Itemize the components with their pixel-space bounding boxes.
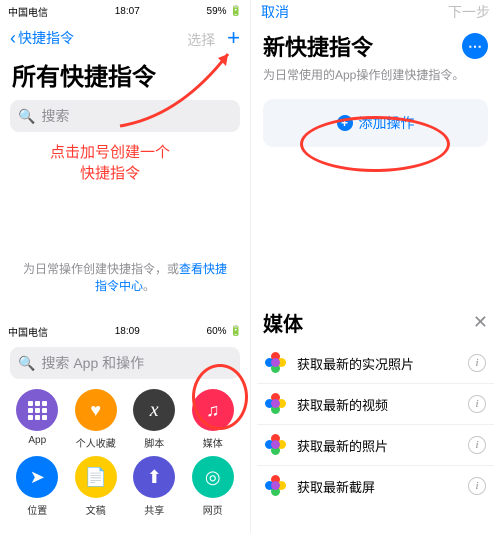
music-icon: ♫ [206,400,220,421]
status-bar: 中国电信 18:07 59% 🔋 [0,0,250,23]
back-button[interactable]: ‹ 快捷指令 [10,28,74,48]
category-sharing[interactable]: ⬆ 共享 [125,456,184,517]
info-icon[interactable]: i [468,395,486,413]
document-icon: 📄 [85,467,107,488]
info-icon[interactable]: i [468,436,486,454]
page-title: 所有快捷指令 [0,53,250,100]
info-icon[interactable]: i [468,477,486,495]
battery-icon: 🔋 [230,326,242,337]
section-header: 媒体 ✕ [251,300,500,343]
page-title: 新快捷指令 ⋯ [251,24,500,66]
status-time: 18:07 [115,6,140,17]
close-button[interactable]: ✕ [473,312,488,333]
script-x-icon: x [150,399,159,422]
search-icon: 🔍 [18,108,35,125]
nav-bar: 取消 下一步 [251,0,500,24]
add-action-card: + 添加操作 [263,99,488,147]
location-icon: ➤ [30,467,45,488]
list-item[interactable]: 获取最新截屏 i [257,466,494,506]
category-scripting[interactable]: x 脚本 [125,389,184,450]
back-label: 快捷指令 [18,28,74,48]
add-shortcut-button[interactable]: + [227,25,240,50]
panel-media-actions: 媒体 ✕ 获取最新的实况照片 i 获取最新的视频 i 获取最新的照片 i 获取最… [250,300,500,533]
category-app[interactable]: App [8,389,67,450]
search-placeholder: 搜索 [41,106,69,126]
heart-icon: ♥ [90,400,101,421]
search-input[interactable]: 🔍 搜索 [10,100,240,132]
plus-circle-icon: + [337,115,353,131]
share-icon: ⬆ [147,467,162,488]
battery-icon: 🔋 [230,6,242,17]
cancel-button[interactable]: 取消 [261,2,289,22]
select-button[interactable]: 选择 [187,32,215,48]
status-bar: 中国电信 18:09 60% 🔋 [0,320,250,343]
add-action-label: 添加操作 [359,113,415,133]
category-favorites[interactable]: ♥ 个人收藏 [67,389,126,450]
photos-icon [265,352,287,374]
more-button[interactable]: ⋯ [462,33,488,59]
status-carrier: 中国电信 [8,4,48,19]
status-battery: 60% [207,326,227,337]
category-media[interactable]: ♫ 媒体 [184,389,243,450]
status-carrier: 中国电信 [8,324,48,339]
panel-action-picker: 中国电信 18:09 60% 🔋 🔍 搜索 App 和操作 App ♥ 个人收藏… [0,320,250,533]
category-location[interactable]: ➤ 位置 [8,456,67,517]
annotation-text: 点击加号创建一个快捷指令 [50,142,170,184]
list-item[interactable]: 获取最新的视频 i [257,384,494,425]
status-time: 18:09 [115,326,140,337]
action-list: 获取最新的实况照片 i 获取最新的视频 i 获取最新的照片 i 获取最新截屏 i [251,343,500,506]
category-grid: App ♥ 个人收藏 x 脚本 ♫ 媒体 ➤ 位置 📄 文稿 ⬆ 共享 ◎ 网页 [0,379,250,517]
list-item[interactable]: 获取最新的实况照片 i [257,343,494,384]
apps-icon [28,401,47,420]
photos-icon [265,475,287,497]
category-web[interactable]: ◎ 网页 [184,456,243,517]
subtitle: 为日常使用的App操作创建快捷指令。 [251,66,500,93]
photos-icon [265,434,287,456]
photos-icon [265,393,287,415]
next-button[interactable]: 下一步 [448,2,490,22]
category-documents[interactable]: 📄 文稿 [67,456,126,517]
search-icon: 🔍 [18,355,35,372]
panel-new-shortcut: 取消 下一步 新快捷指令 ⋯ 为日常使用的App操作创建快捷指令。 + 添加操作 [250,0,500,300]
list-item[interactable]: 获取最新的照片 i [257,425,494,466]
search-placeholder: 搜索 App 和操作 [41,353,144,373]
nav-bar: ‹ 快捷指令 选择 + [0,23,250,53]
info-icon[interactable]: i [468,354,486,372]
section-title: 媒体 [263,308,303,337]
chevron-left-icon: ‹ [10,29,16,47]
add-action-button[interactable]: + 添加操作 [337,113,415,133]
status-battery: 59% [207,6,227,17]
empty-hint: 为日常操作创建快捷指令，或查看快捷指令中心。 [0,260,250,294]
search-input[interactable]: 🔍 搜索 App 和操作 [10,347,240,379]
safari-icon: ◎ [205,467,221,488]
